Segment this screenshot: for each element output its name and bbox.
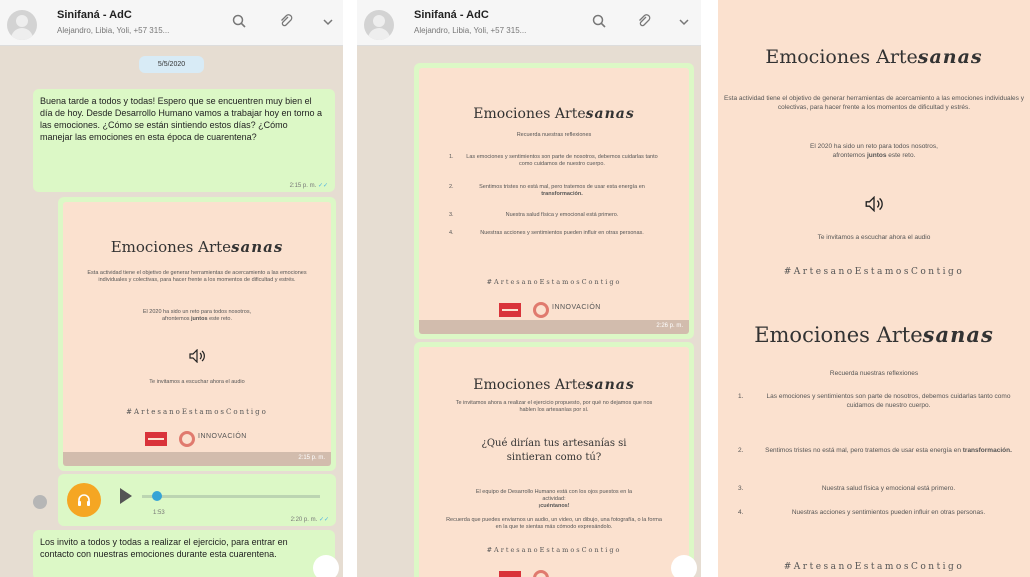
message-image-3[interactable]: Emociones Artesanas Te invitamos ahora a… — [414, 342, 694, 577]
chat-name[interactable]: Sinifaná - AdC — [414, 9, 489, 21]
message-text: Buena tarde a todos y todas! Espero que … — [40, 96, 322, 142]
reflections-list: 1. Las emociones y sentimientos son parte… — [738, 392, 1023, 538]
image-card[interactable]: Emociones Artesanas Esta actividad tiene… — [63, 202, 331, 466]
exercise-invite: Te invitamos ahora a realizar el ejercic… — [455, 400, 653, 413]
message-text: Los invito a todos y todas a realizar el… — [40, 537, 288, 559]
image-card[interactable]: Emociones Artesanas Recuerda nuestras re… — [419, 68, 689, 334]
scroll-down-button[interactable] — [313, 555, 339, 577]
message-greeting[interactable]: Buena tarde a todos y todas! Espero que … — [33, 89, 335, 192]
chat-header: Sinifaná - AdC Alejandro, Libia, Yoli, +… — [357, 0, 701, 46]
team-text: El equipo de Desarrollo Humano está con … — [475, 489, 633, 509]
exercise-question: ¿Qué dirían tus artesanías si sintieran … — [481, 438, 627, 463]
audio-duration: 1:53 — [153, 510, 165, 516]
image-preview: Emociones Artesanas Esta actividad tiene… — [718, 0, 1030, 577]
reflection-item: 4. Nuestras acciones y sentimientos puede… — [738, 509, 986, 516]
audio-scrubber[interactable] — [152, 491, 162, 501]
read-check-icon: ✓✓ — [318, 517, 329, 523]
logo-label: INNOVACIÓN — [552, 304, 601, 311]
card-year-text: El 2020 ha sido un reto para todos nosot… — [810, 143, 938, 159]
hashtag: #ArtesanoEstamosContigo — [783, 562, 965, 572]
audio-invite: Te invitamos a escuchar ahora el audio — [817, 234, 931, 241]
search-icon[interactable] — [589, 13, 609, 33]
reflection-item: 1. Las emociones y sentimientos son parte… — [738, 393, 1011, 409]
card-title: Emociones Artesanas — [473, 106, 635, 122]
reflection-item: 2. Sentimos tristes no está mal, pero tra… — [738, 447, 1012, 454]
logos: INNOVACIÓN — [499, 302, 609, 319]
card-title: Emociones Artesanas — [110, 238, 284, 256]
card-intro: Esta actividad tiene el objetivo de gene… — [87, 270, 307, 283]
chevron-down-icon[interactable] — [318, 13, 338, 33]
hashtag: #ArtesanoEstamosContigo — [486, 546, 622, 554]
innovacion-logo — [533, 570, 549, 577]
chat-header: Sinifaná - AdC Alejandro, Libia, Yoli, +… — [0, 0, 343, 46]
play-icon[interactable] — [120, 488, 132, 504]
logos: INNOVACIÓN — [145, 431, 255, 448]
group-avatar[interactable] — [364, 10, 394, 40]
scroll-down-button[interactable] — [671, 555, 697, 577]
card-title: Emociones Artesanas — [473, 377, 635, 393]
reflection-item: 2. Sentimos tristes no está mal, pero tra… — [449, 184, 645, 197]
hashtag: #ArtesanoEstamosContigo — [486, 278, 622, 286]
headphones-icon[interactable] — [67, 483, 101, 517]
speaker-icon — [186, 348, 208, 368]
card-title: Emociones Artesanas — [754, 322, 994, 347]
forward-icon[interactable] — [33, 495, 47, 509]
message-audio[interactable]: 1:53 2:20 p. m. ✓✓ — [58, 474, 336, 526]
message-time: 2:15 p. m. ✓✓ — [289, 183, 328, 189]
audio-progress-track[interactable] — [142, 495, 320, 498]
reflections-header: Recuerda nuestras reflexiones — [516, 132, 592, 138]
message-time: 2:20 p. m. ✓✓ — [290, 517, 329, 523]
image-card[interactable]: Emociones Artesanas Te invitamos ahora a… — [419, 347, 689, 577]
logos — [499, 570, 609, 577]
share-text: Recuerda que puedes enviarnos un audio, … — [446, 517, 662, 530]
reflections-header: Recuerda nuestras reflexiones — [829, 370, 919, 377]
reflection-item: 3. Nuestra salud física y emocional está … — [449, 212, 619, 218]
reflections-list: 1. Las emociones y sentimientos son parte… — [449, 154, 661, 250]
paperclip-icon[interactable] — [634, 13, 654, 33]
date-separator: 5/5/2020 — [139, 56, 204, 73]
chat-screenshot-2: Sinifaná - AdC Alejandro, Libia, Yoli, +… — [357, 0, 701, 577]
logo-label: INNOVACIÓN — [198, 433, 247, 440]
innovacion-logo — [179, 431, 195, 447]
chat-members: Alejandro, Libia, Yoli, +57 315... — [57, 26, 170, 35]
speaker-icon — [862, 195, 886, 217]
chat-screenshot-1: Sinifaná - AdC Alejandro, Libia, Yoli, +… — [0, 0, 343, 577]
org-logo — [145, 432, 167, 446]
image-footer: 2:26 p. m. — [419, 320, 689, 334]
reflection-item: 1. Las emociones y sentimientos son parte… — [449, 154, 658, 167]
reflection-item: 4. Nuestras acciones y sentimientos puede… — [449, 230, 644, 236]
message-invite[interactable]: Los invito a todos y todas a realizar el… — [33, 530, 335, 577]
org-logo — [499, 571, 521, 577]
chat-name[interactable]: Sinifaná - AdC — [57, 9, 132, 21]
paperclip-icon[interactable] — [276, 13, 296, 33]
card-intro: Esta actividad tiene el objetivo de gene… — [724, 95, 1024, 111]
chat-members: Alejandro, Libia, Yoli, +57 315... — [414, 26, 527, 35]
card-title: Emociones Artesanas — [765, 46, 983, 68]
message-image-2[interactable]: Emociones Artesanas Recuerda nuestras re… — [414, 63, 694, 339]
image-footer: 2:15 p. m. — [63, 452, 331, 466]
card-year-text: El 2020 ha sido un reto para todos nosot… — [142, 309, 252, 322]
audio-invite: Te invitamos a escuchar ahora el audio — [149, 379, 245, 385]
hashtag: #ArtesanoEstamosContigo — [783, 267, 965, 277]
org-logo — [499, 303, 521, 317]
chevron-down-icon[interactable] — [674, 13, 694, 33]
message-image-1[interactable]: Emociones Artesanas Esta actividad tiene… — [58, 197, 336, 471]
read-check-icon: ✓✓ — [317, 183, 328, 189]
group-avatar[interactable] — [7, 10, 37, 40]
innovacion-logo — [533, 302, 549, 318]
search-icon[interactable] — [229, 13, 249, 33]
reflection-item: 3. Nuestra salud física y emocional está … — [738, 485, 956, 492]
hashtag: #ArtesanoEstamosContigo — [126, 408, 268, 416]
